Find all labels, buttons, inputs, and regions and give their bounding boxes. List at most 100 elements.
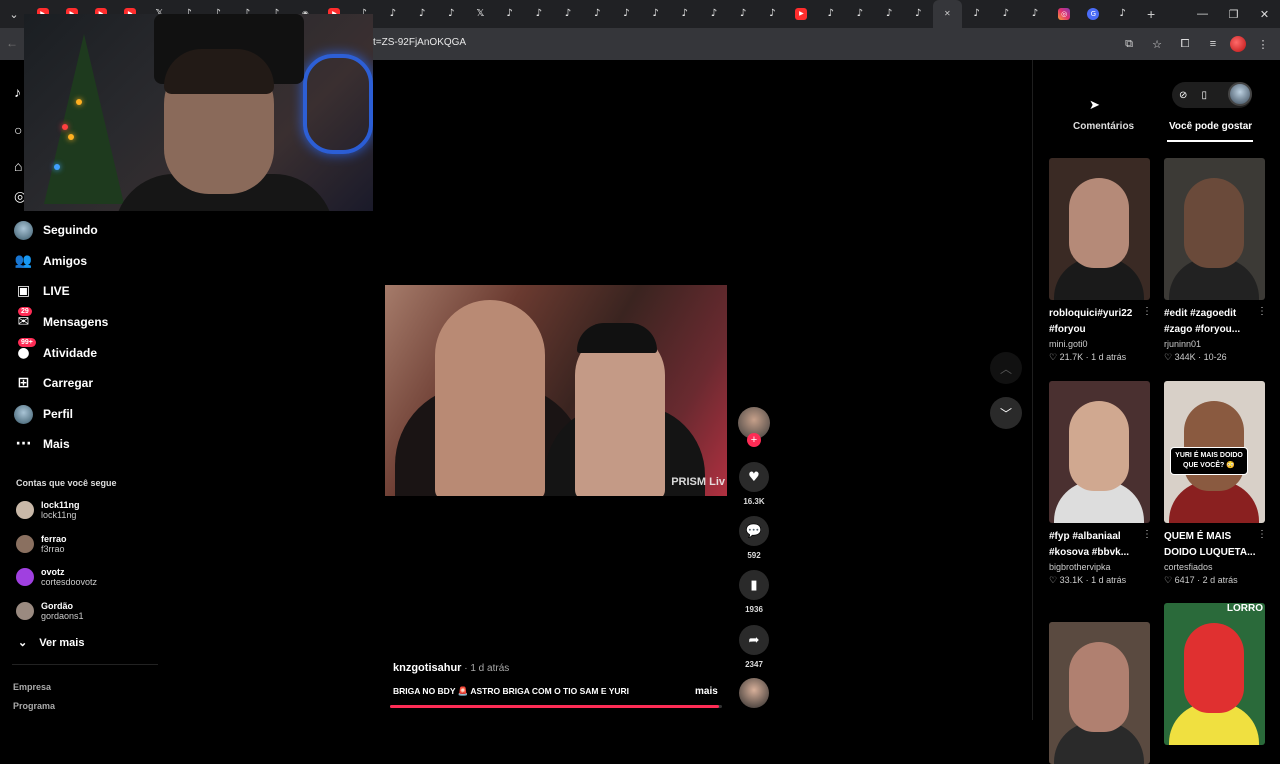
- extensions-icon[interactable]: ⧠: [1174, 33, 1196, 55]
- bookmark-star-icon[interactable]: ☆: [1146, 33, 1168, 55]
- tab-you-may-like[interactable]: Você pode gostar: [1169, 121, 1252, 132]
- browser-tab[interactable]: ♪: [699, 0, 728, 28]
- previous-video-chevron-up-icon[interactable]: ︿: [990, 352, 1022, 384]
- media-icon[interactable]: ≡: [1202, 33, 1224, 55]
- sidebar-item-live[interactable]: ▣ LIVE: [14, 278, 70, 304]
- see-more-button[interactable]: ⌄ Ver mais: [18, 636, 84, 650]
- sidebar-item-mais[interactable]: ··· Mais: [14, 431, 70, 457]
- browser-tab[interactable]: ♪: [524, 0, 553, 28]
- minimize-icon[interactable]: —: [1187, 0, 1218, 28]
- notification-badge: 99+: [18, 337, 36, 347]
- home-icon[interactable]: ⌂: [14, 158, 22, 174]
- user-avatar[interactable]: [1228, 82, 1252, 106]
- sidebar-divider: [12, 664, 158, 665]
- video-thumbnail[interactable]: [1049, 158, 1150, 300]
- sidebar-item-mensagens[interactable]: ✉ 29 Mensagens: [14, 306, 108, 335]
- browser-tab[interactable]: ♪: [641, 0, 670, 28]
- maximize-icon[interactable]: ❐: [1218, 0, 1249, 28]
- card-title[interactable]: #edit #zagoedit #zago #foryou...: [1164, 306, 1260, 338]
- tt-icon: ♪: [1119, 8, 1126, 19]
- card-title[interactable]: QUEM É MAIS DOIDO LUQUETA...: [1164, 529, 1260, 561]
- following-account[interactable]: Gordão gordaons1: [16, 601, 84, 621]
- browser-tab[interactable]: ♪: [553, 0, 582, 28]
- browser-tab[interactable]: ♪: [1020, 0, 1049, 28]
- browser-tab[interactable]: ♪: [845, 0, 874, 28]
- browser-tab[interactable]: ♪: [437, 0, 466, 28]
- sidebar-item-carregar[interactable]: ⊞ Carregar: [14, 370, 93, 396]
- recommended-video-card[interactable]: #fyp #albaniaal #kosova #bbvk... ⋮ bigbrot…: [1049, 381, 1152, 586]
- browser-tab[interactable]: ♪: [612, 0, 641, 28]
- close-window-icon[interactable]: ✕: [1249, 0, 1280, 28]
- browser-menu-icon[interactable]: ⋮: [1252, 33, 1274, 55]
- browser-tab[interactable]: ◎: [1050, 0, 1079, 28]
- browser-tab[interactable]: ✕: [932, 0, 962, 28]
- browser-tab[interactable]: 𝕏: [466, 0, 495, 28]
- browser-tab[interactable]: ▶: [787, 0, 816, 28]
- browser-tab[interactable]: ♪: [670, 0, 699, 28]
- browser-tab[interactable]: ♪: [962, 0, 991, 28]
- following-account[interactable]: ovotz cortesdoovotz: [16, 567, 97, 587]
- music-disc-avatar[interactable]: [739, 678, 769, 708]
- new-tab-button[interactable]: +: [1137, 6, 1165, 22]
- comment-icon[interactable]: 💬: [739, 516, 769, 546]
- recommended-video-card[interactable]: YURI É MAIS DOIDO QUE VOCÊ? 😳 QUEM É MAIS…: [1164, 381, 1267, 586]
- following-account[interactable]: ferrao f3rrao: [16, 534, 67, 554]
- more-options-icon[interactable]: ⋮: [1257, 306, 1267, 317]
- browser-tab[interactable]: ♪: [816, 0, 845, 28]
- following-account[interactable]: lock11ng lock11ng: [16, 500, 80, 520]
- video-thumbnail[interactable]: [1164, 158, 1265, 300]
- next-video-chevron-down-icon[interactable]: ﹀: [990, 397, 1022, 429]
- back-arrow-icon[interactable]: ←: [6, 36, 18, 50]
- card-author[interactable]: cortesfiados: [1164, 562, 1265, 572]
- video-author[interactable]: knzgotisahur: [393, 662, 461, 674]
- sidebar-item-amigos[interactable]: 👥 Amigos: [14, 248, 87, 274]
- sidebar-item-perfil[interactable]: Perfil: [14, 401, 73, 427]
- share-icon[interactable]: ➦: [739, 625, 769, 655]
- video-player[interactable]: PRISM Liv: [385, 285, 727, 496]
- install-app-icon[interactable]: ⧉: [1118, 33, 1140, 55]
- browser-tab[interactable]: ♪: [583, 0, 612, 28]
- compass-icon[interactable]: ⊘: [1179, 90, 1187, 101]
- heart-icon[interactable]: ♥: [739, 462, 769, 492]
- browser-tab[interactable]: ♪: [378, 0, 407, 28]
- more-options-icon[interactable]: ⋮: [1142, 529, 1152, 540]
- video-thumbnail[interactable]: YURI É MAIS DOIDO QUE VOCÊ? 😳: [1164, 381, 1265, 523]
- browser-tab[interactable]: ♪: [495, 0, 524, 28]
- browser-tab[interactable]: ♪: [1108, 0, 1137, 28]
- video-progress-bar[interactable]: [390, 705, 722, 708]
- more-options-icon[interactable]: ⋮: [1142, 306, 1152, 317]
- browser-tab[interactable]: G: [1079, 0, 1108, 28]
- footer-link-programa[interactable]: Programa: [13, 701, 55, 711]
- bookmark-icon[interactable]: ▮: [739, 570, 769, 600]
- caption-more-button[interactable]: mais: [695, 686, 718, 697]
- browser-tab[interactable]: ♪: [758, 0, 787, 28]
- browser-tab[interactable]: ♪: [407, 0, 436, 28]
- card-author[interactable]: rjuninn01: [1164, 339, 1265, 349]
- video-thumbnail[interactable]: [1049, 622, 1150, 764]
- more-options-icon[interactable]: ⋮: [1257, 529, 1267, 540]
- recommended-video-card[interactable]: LORRO: [1164, 603, 1265, 745]
- video-thumbnail[interactable]: [1049, 381, 1150, 523]
- recommended-video-card[interactable]: robloquici#yuri22 #foryou ⋮ mini.goti0 ♡ 21…: [1049, 158, 1152, 363]
- card-title[interactable]: robloquici#yuri22 #foryou: [1049, 306, 1145, 338]
- tab-comments[interactable]: Comentários: [1073, 121, 1134, 132]
- recommended-video-card[interactable]: #edit #zagoedit #zago #foryou... ⋮ rjuninn…: [1164, 158, 1267, 363]
- follow-plus-icon[interactable]: +: [747, 433, 761, 447]
- sidebar-item-seguindo[interactable]: Seguindo: [14, 217, 98, 243]
- browser-tab[interactable]: ♪: [874, 0, 903, 28]
- address-bar[interactable]: t=ZS-92FjAnOKQGA: [373, 37, 466, 48]
- phone-icon[interactable]: ▯: [1201, 90, 1207, 101]
- recommended-video-card[interactable]: [1049, 622, 1150, 764]
- sidebar-item-atividade[interactable]: ● 99+ Atividade: [14, 337, 97, 366]
- card-author[interactable]: bigbrothervipka: [1049, 562, 1150, 572]
- browser-profile-avatar[interactable]: [1230, 36, 1246, 52]
- video-thumbnail[interactable]: LORRO: [1164, 603, 1265, 745]
- card-author[interactable]: mini.goti0: [1049, 339, 1150, 349]
- card-title[interactable]: #fyp #albaniaal #kosova #bbvk...: [1049, 529, 1145, 561]
- search-icon[interactable]: ○: [14, 122, 22, 138]
- footer-link-empresa[interactable]: Empresa: [13, 682, 51, 692]
- browser-tab[interactable]: ♪: [904, 0, 933, 28]
- browser-tab[interactable]: ♪: [991, 0, 1020, 28]
- tiktok-logo-icon[interactable]: ♪: [14, 84, 21, 100]
- browser-tab[interactable]: ♪: [729, 0, 758, 28]
